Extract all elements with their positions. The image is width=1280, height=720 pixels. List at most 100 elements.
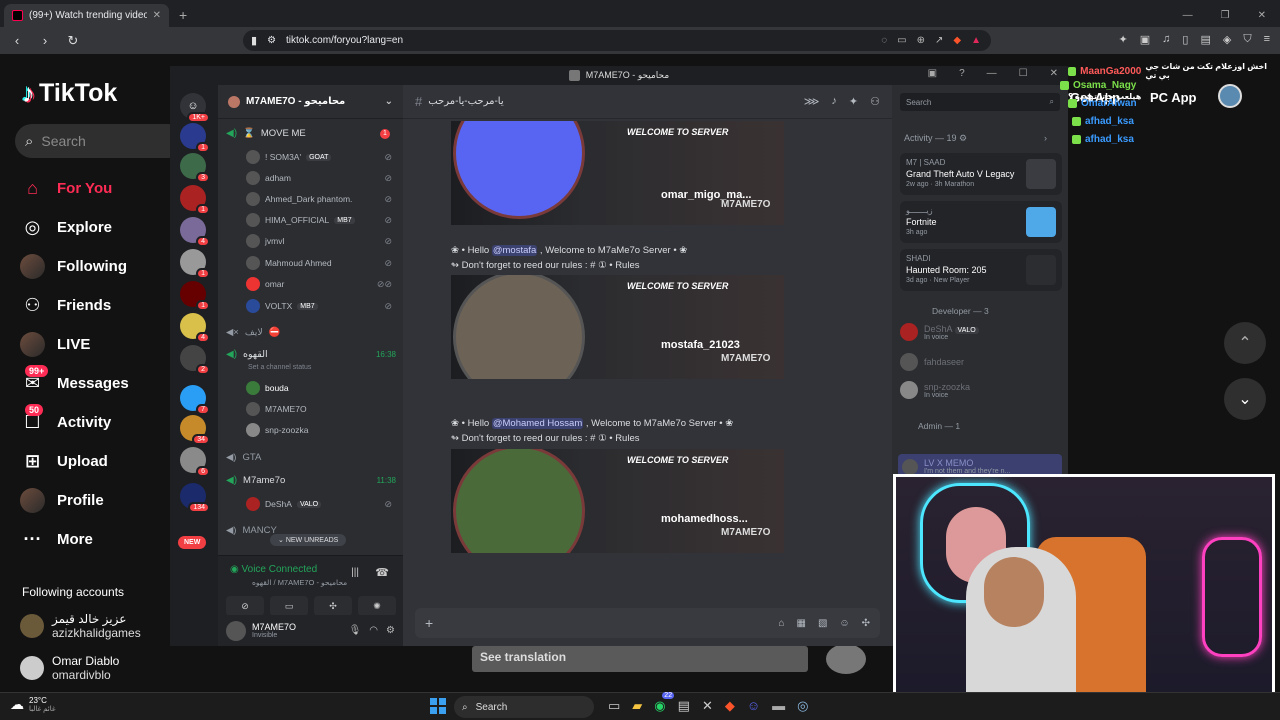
- taskbar-search[interactable]: ⌕ Search: [454, 696, 594, 718]
- disconnect-icon[interactable]: ☎: [375, 566, 389, 579]
- server-icon[interactable]: 3: [180, 153, 210, 183]
- nav-live[interactable]: LIVE: [20, 332, 90, 357]
- zoom-icon[interactable]: ⊕: [917, 35, 925, 46]
- activity-card[interactable]: زيـــــــو Fortnite 3h ago: [900, 201, 1062, 243]
- nav-activity[interactable]: ☐ 50 Activity: [20, 404, 111, 435]
- maximize-icon[interactable]: ❐: [1221, 10, 1230, 21]
- sticker-icon[interactable]: ▧: [818, 618, 827, 629]
- voice-user[interactable]: Mahmoud Ahmed ⊘: [246, 256, 392, 270]
- minimize-icon[interactable]: —: [1183, 10, 1193, 21]
- gif-icon[interactable]: ▦: [796, 618, 805, 629]
- weather-widget[interactable]: ☁ 23°C غائم غالبا: [10, 696, 56, 713]
- server-icon[interactable]: 34: [180, 415, 210, 445]
- screenshot-icon[interactable]: ▣: [1140, 33, 1150, 46]
- voice-user[interactable]: jvmvl ⊘: [246, 234, 392, 248]
- capcut-icon[interactable]: ✕: [702, 698, 713, 714]
- sidebar-icon[interactable]: ▯: [1182, 33, 1188, 46]
- user-avatar[interactable]: [1218, 84, 1242, 108]
- minimize-icon[interactable]: —: [987, 68, 997, 79]
- wallet-icon[interactable]: ▤: [1200, 33, 1210, 46]
- nav-more[interactable]: ··· More: [20, 527, 93, 552]
- nav-upload[interactable]: ⊞ Upload: [20, 449, 108, 474]
- member-row[interactable]: DeShA VALO In voice: [900, 323, 1062, 341]
- new-tab-button[interactable]: +: [179, 7, 187, 23]
- discord-home-icon[interactable]: ☺ 1K+: [180, 93, 210, 123]
- close-tab-icon[interactable]: ✕: [153, 10, 161, 21]
- browser-tab[interactable]: (99+) Watch trending videos for ✕: [4, 4, 169, 27]
- voice-channel-qahwa[interactable]: ◀) القهوه 16:38: [226, 349, 396, 360]
- channel-status[interactable]: Set a channel status: [248, 364, 394, 371]
- voice-user[interactable]: ! SOM3A' GOAT ⊘: [246, 150, 392, 164]
- new-servers-pill[interactable]: NEW: [178, 536, 207, 549]
- file-explorer-icon[interactable]: ▰: [632, 698, 642, 714]
- headphones-icon[interactable]: ◠: [369, 625, 378, 636]
- member-list-icon[interactable]: ⚇: [870, 95, 880, 108]
- nav-messages[interactable]: ✉ 99+ Messages: [20, 365, 129, 396]
- voice-user[interactable]: bouda: [246, 381, 392, 395]
- scroll-down-button[interactable]: ⌄: [1224, 378, 1266, 420]
- pin-icon[interactable]: ✦: [849, 95, 858, 108]
- close-icon[interactable]: ✕: [1050, 68, 1058, 79]
- bookmark-icon[interactable]: ▮: [251, 34, 257, 47]
- scroll-up-button[interactable]: ⌃: [1224, 322, 1266, 364]
- nav-following[interactable]: Following: [20, 254, 127, 279]
- message-input[interactable]: + ⌂ ▦ ▧ ☺ ✣: [415, 608, 880, 638]
- settings-gear-icon[interactable]: ⚙: [386, 625, 395, 636]
- gift-icon[interactable]: ⌂: [778, 618, 784, 629]
- tiktok-search-input[interactable]: ⌕ Search: [15, 124, 185, 158]
- new-unreads-pill[interactable]: ⌄ NEW UNREADS: [270, 534, 347, 546]
- emoji-icon[interactable]: ☺: [839, 618, 849, 629]
- server-icon[interactable]: 6: [180, 447, 210, 477]
- extensions-icon[interactable]: ✦: [1119, 33, 1128, 46]
- voice-user[interactable]: snp-zoozka: [246, 423, 392, 437]
- brave-shield-icon[interactable]: ◆: [953, 35, 961, 46]
- microphone-icon[interactable]: 🎙: [349, 625, 362, 636]
- apps-icon[interactable]: ✣: [862, 618, 870, 629]
- server-icon[interactable]: 2: [180, 345, 210, 375]
- server-icon[interactable]: 1: [180, 185, 210, 215]
- voice-user[interactable]: M7AME7O: [246, 402, 392, 416]
- share-icon[interactable]: ↗: [935, 35, 943, 46]
- following-account[interactable]: Omar Diablo omardivblo: [20, 654, 119, 682]
- voice-channel-m7ame7o[interactable]: ◀) M7ame7o 11:38: [226, 475, 396, 486]
- voice-user[interactable]: VOLTX MB7 ⊘: [246, 299, 392, 313]
- tiktok-logo[interactable]: ♪ TikTok: [22, 78, 117, 109]
- server-icon[interactable]: 1: [180, 281, 210, 311]
- nav-for-you[interactable]: ⌂ For You: [20, 176, 112, 201]
- search-input[interactable]: Search ⌕: [900, 93, 1060, 111]
- forward-icon[interactable]: ›: [36, 33, 54, 48]
- following-account[interactable]: عزيز خالد قيمز azizkhalidgames: [20, 612, 141, 640]
- member-row[interactable]: snp-zoozka In voice: [900, 381, 1062, 399]
- pc-app-button[interactable]: PC App: [1150, 90, 1196, 105]
- help-icon[interactable]: ?: [959, 68, 965, 79]
- eye-off-icon[interactable]: ◌: [881, 35, 887, 46]
- shield-icon[interactable]: ⛉: [1243, 33, 1251, 46]
- voice-channel-name[interactable]: القهوه / M7AME7O - محاميحو: [252, 578, 347, 587]
- server-icon[interactable]: 7: [180, 385, 210, 415]
- see-translation[interactable]: See translation: [472, 646, 808, 672]
- nav-friends[interactable]: ⚇ Friends: [20, 293, 111, 318]
- discord-icon[interactable]: ☺: [747, 698, 760, 714]
- reload-icon[interactable]: ↻: [64, 33, 82, 49]
- menu-icon[interactable]: ≡: [1264, 33, 1270, 46]
- voice-channel-live[interactable]: ◀× لايف ⛔: [226, 327, 396, 338]
- windows-start-icon[interactable]: [430, 698, 446, 714]
- server-icon[interactable]: 134: [180, 483, 210, 513]
- voice-user[interactable]: HIMA_OFFICIAL MB7 ⊘: [246, 213, 392, 227]
- reader-icon[interactable]: ▭: [897, 35, 906, 46]
- voice-user[interactable]: DeShA VALO ⊘: [246, 497, 392, 511]
- task-view-icon[interactable]: ▭: [608, 698, 620, 714]
- voice-channel-move-me[interactable]: ◀) ⌛ MOVE ME 1: [226, 128, 396, 139]
- member-row[interactable]: fahdaseer: [900, 353, 1062, 371]
- voice-user[interactable]: Ahmed_Dark phantom. ⊘: [246, 192, 392, 206]
- whatsapp-icon[interactable]: ◉ 22: [654, 692, 675, 714]
- server-icon[interactable]: 1: [180, 249, 210, 279]
- editor-icon[interactable]: ▤: [678, 698, 690, 714]
- nav-profile[interactable]: Profile: [20, 488, 104, 513]
- voice-user[interactable]: adham ⊘: [246, 171, 392, 185]
- activity-header[interactable]: Activity — 19 ⚙ ›: [904, 133, 1047, 144]
- site-info-icon[interactable]: ⚙: [267, 35, 276, 46]
- maximize-icon[interactable]: ☐: [1019, 68, 1028, 79]
- activities-button[interactable]: ✣: [314, 596, 352, 616]
- back-icon[interactable]: ‹: [8, 33, 26, 48]
